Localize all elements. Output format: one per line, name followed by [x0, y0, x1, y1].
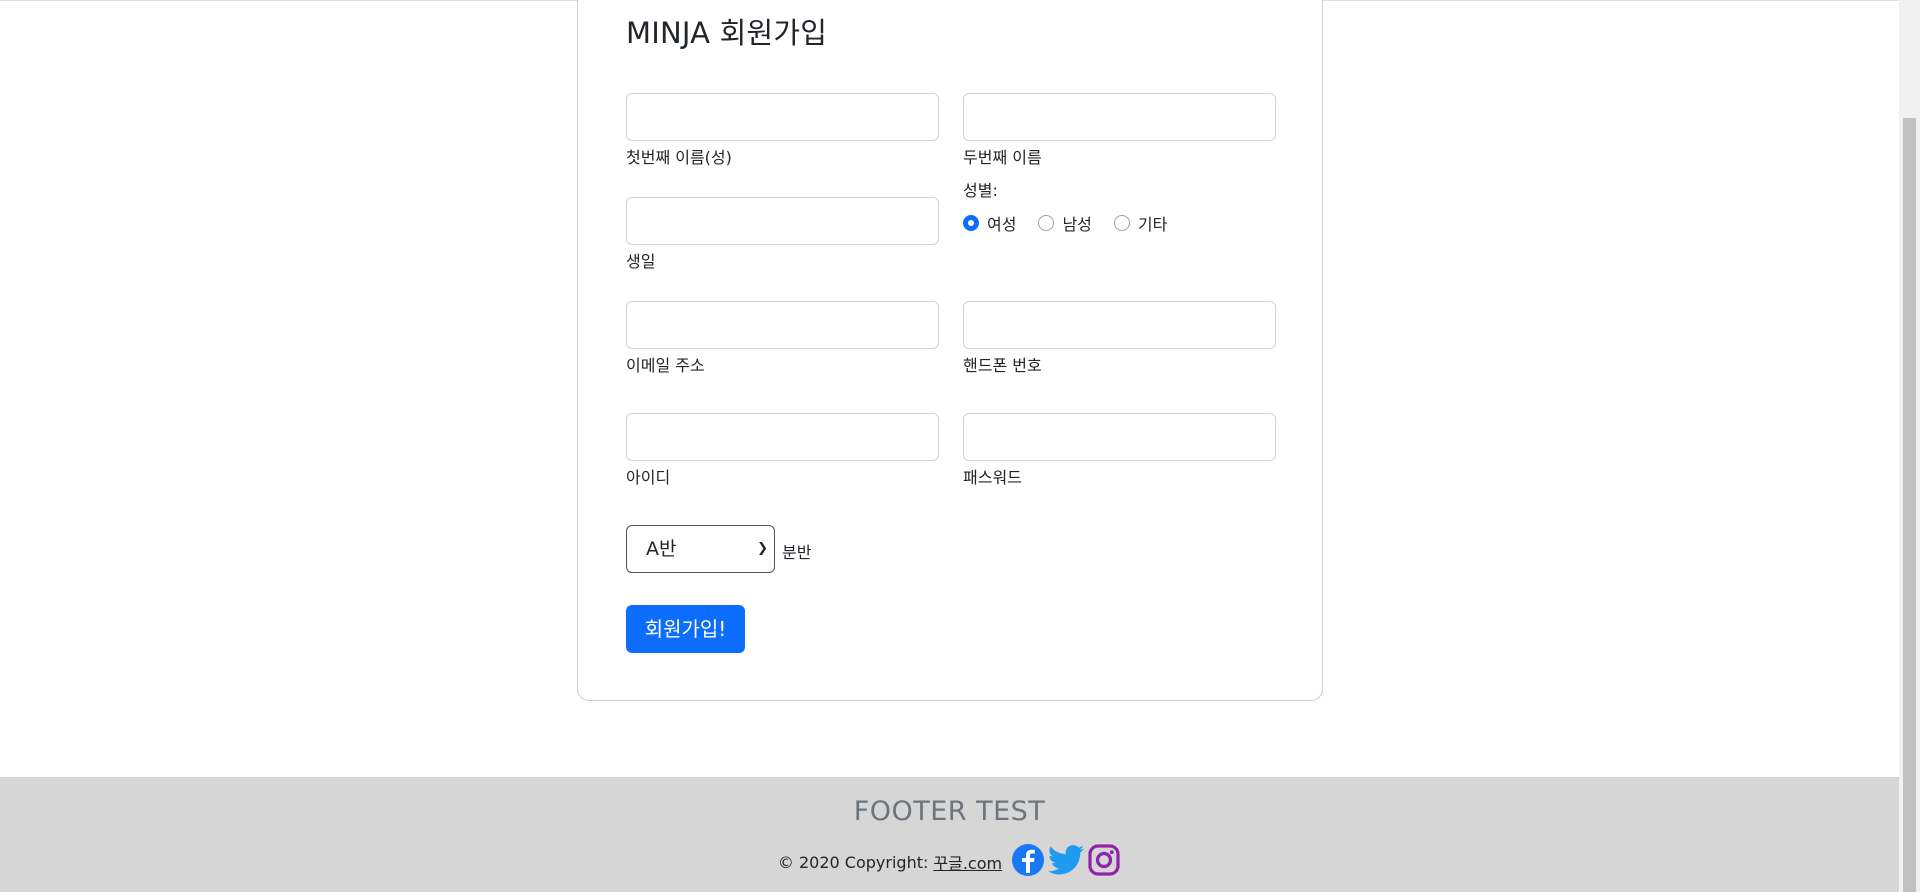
radio-checked-icon[interactable] [963, 215, 979, 231]
class-select-label: 분반 [782, 543, 812, 562]
gender-option-other[interactable]: 기타 [1113, 211, 1168, 235]
password-label: 패스워드 [963, 468, 1022, 487]
birthday-label: 생일 [626, 252, 656, 271]
footer-copyright-line: © 2020 Copyright: 꾸글.com [0, 843, 1899, 881]
class-select-value: A반 [646, 538, 677, 560]
userid-group: 아이디 [626, 413, 939, 488]
email-input[interactable] [626, 301, 939, 349]
social-icons [1008, 843, 1121, 881]
first-name-group: 첫번째 이름(성) [626, 93, 939, 168]
password-input[interactable] [963, 413, 1276, 461]
scrollbar-thumb[interactable] [1903, 118, 1916, 892]
footer: FOOTER TEST © 2020 Copyright: 꾸글.com [0, 777, 1899, 892]
radio-unchecked-icon[interactable] [1038, 215, 1055, 231]
twitter-icon[interactable] [1048, 845, 1085, 879]
userid-input[interactable] [626, 413, 939, 461]
gender-label: 성별: [963, 181, 998, 200]
last-name-input[interactable] [963, 93, 1276, 141]
page-title: MINJA 회원가입 [626, 16, 828, 50]
gender-option-label: 남성 [1062, 215, 1092, 234]
last-name-group: 두번째 이름 [963, 93, 1276, 168]
first-name-label: 첫번째 이름(성) [626, 148, 732, 167]
email-label: 이메일 주소 [626, 356, 705, 375]
radio-unchecked-icon[interactable] [1113, 215, 1130, 231]
phone-input[interactable] [963, 301, 1276, 349]
last-name-label: 두번째 이름 [963, 148, 1042, 167]
signup-submit-button[interactable]: 회원가입! [626, 605, 745, 653]
birthday-input[interactable] [626, 197, 939, 245]
class-select[interactable]: A반 ❯ [626, 525, 775, 573]
class-select-group: A반 ❯ 분반 [626, 525, 811, 573]
footer-title: FOOTER TEST [853, 796, 1046, 827]
phone-label: 핸드폰 번호 [963, 356, 1042, 375]
instagram-icon[interactable] [1087, 843, 1121, 881]
gender-option-label: 기타 [1137, 215, 1168, 234]
vertical-scrollbar[interactable] [1899, 0, 1920, 892]
gender-option-female[interactable]: 여성 [963, 211, 1016, 235]
footer-link[interactable]: 꾸글.com [933, 850, 1002, 874]
password-group: 패스워드 [963, 413, 1276, 488]
page-viewport: MINJA 회원가입 첫번째 이름(성) 두번째 이름 생일 성별: 여성 남성 [0, 0, 1899, 892]
copyright-text: © 2020 Copyright: [777, 852, 929, 872]
gender-option-label: 여성 [987, 215, 1017, 234]
email-group: 이메일 주소 [626, 301, 939, 376]
gender-options: 여성 남성 기타 [963, 211, 1189, 235]
facebook-icon[interactable] [1011, 843, 1045, 881]
userid-label: 아이디 [626, 468, 671, 487]
gender-option-male[interactable]: 남성 [1038, 211, 1092, 235]
first-name-input[interactable] [626, 93, 939, 141]
chevron-down-icon: ❯ [757, 541, 768, 556]
signup-card: MINJA 회원가입 첫번째 이름(성) 두번째 이름 생일 성별: 여성 남성 [577, 0, 1323, 701]
phone-group: 핸드폰 번호 [963, 301, 1276, 376]
birthday-group: 생일 [626, 197, 939, 272]
gender-group: 성별: 여성 남성 기타 [963, 177, 1189, 235]
